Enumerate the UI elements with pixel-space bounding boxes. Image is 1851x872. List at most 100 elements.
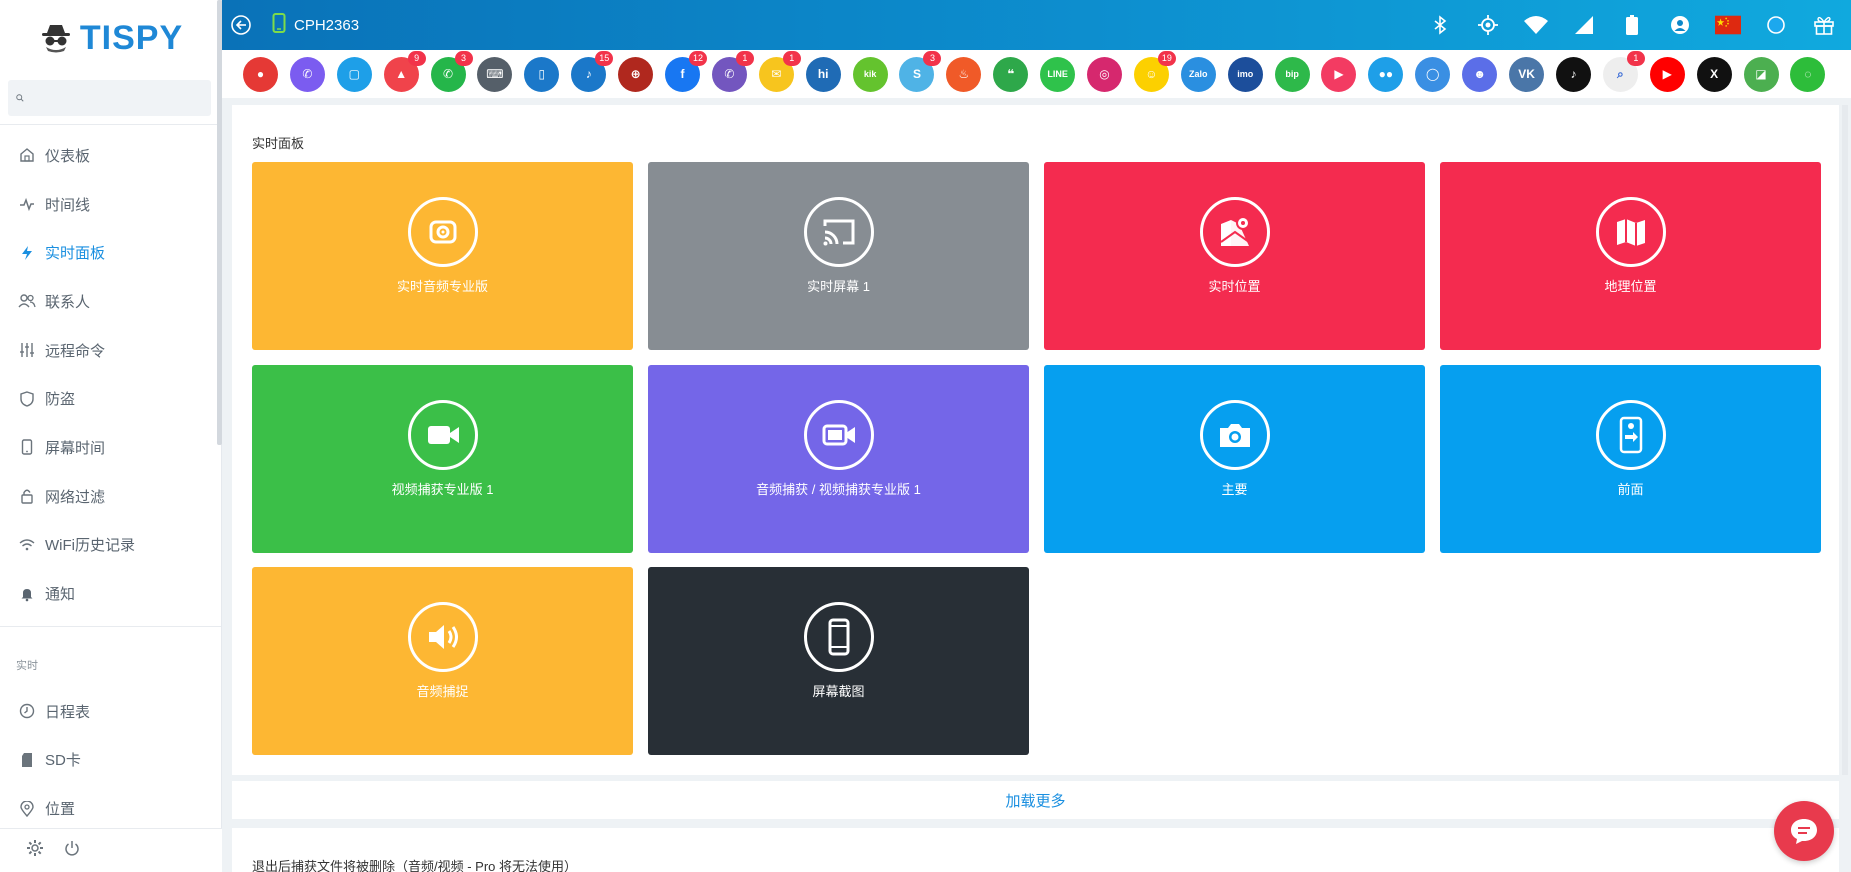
sidebar-item-dashboard[interactable]: 仪表板 xyxy=(0,131,221,180)
sidebar-item-live-panel[interactable]: 实时面板 xyxy=(0,228,221,277)
power-icon[interactable] xyxy=(64,840,80,861)
app-glyph: ▲ xyxy=(395,67,408,81)
app-device-info-icon[interactable]: ▯ xyxy=(524,56,560,92)
app-glyph: ▢ xyxy=(348,67,360,81)
live-tile-map-pin[interactable]: 实时位置 xyxy=(1044,162,1425,350)
app-x-twitter-icon[interactable]: X xyxy=(1696,56,1732,92)
sidebar-footer xyxy=(0,828,222,872)
sidebar-item-timeline[interactable]: 时间线 xyxy=(0,180,221,229)
live-tile-video-capture[interactable]: 音频捕获 / 视频捕获专业版 1 xyxy=(648,365,1029,553)
sidebar-nav: 仪表板 时间线 实时面板 联系人 远程命令 防盗 屏幕时间 网络过滤 WiFi历… xyxy=(0,131,221,618)
app-gallery-icon[interactable]: ▲ 9 xyxy=(383,50,426,92)
app-imo-icon[interactable]: imo xyxy=(1227,56,1263,92)
pin-icon xyxy=(18,800,36,818)
app-glyph: ☺ xyxy=(1145,67,1158,81)
gift-icon[interactable] xyxy=(1811,12,1837,38)
sidebar-item-screen-time[interactable]: 屏幕时间 xyxy=(0,423,221,472)
app-viber-icon[interactable]: ✆ 1 xyxy=(711,50,754,92)
search-input[interactable] xyxy=(30,90,211,106)
app-line-icon[interactable]: LINE xyxy=(1040,56,1076,92)
app-video-recorder-icon[interactable]: ● xyxy=(243,56,278,92)
china-flag-icon[interactable] xyxy=(1715,12,1741,38)
notification-count-badge: 9 xyxy=(407,50,426,66)
notification-count-badge: 3 xyxy=(923,50,942,66)
app-snapchat-icon[interactable]: ☺ 19 xyxy=(1133,50,1176,92)
app-signal-icon[interactable]: ◯ xyxy=(1415,56,1451,92)
sidebar-item-schedule[interactable]: 日程表 xyxy=(0,687,221,736)
sidebar-item-notifications[interactable]: 通知 xyxy=(0,569,221,618)
sidebar-item-label: 远程命令 xyxy=(45,342,106,360)
live-tile-camera[interactable]: 主要 xyxy=(1044,365,1425,553)
top-bar: CPH2363 xyxy=(222,0,1851,50)
app-instagram-icon[interactable]: ◎ xyxy=(1087,56,1123,92)
bell-icon xyxy=(18,585,36,603)
device-selector[interactable]: CPH2363 xyxy=(272,13,359,37)
app-email-icon[interactable]: ✉ 1 xyxy=(758,50,801,92)
app-camera-chat-icon[interactable]: ▶ xyxy=(1321,56,1357,92)
live-tile-front-camera[interactable]: 前面 xyxy=(1440,365,1821,553)
app-whatsapp-icon[interactable]: ✆ 3 xyxy=(430,50,473,92)
app-keyboard-icon[interactable]: ⌨ xyxy=(477,56,513,92)
app-glyph: ● xyxy=(256,67,265,81)
settings-gear-icon[interactable] xyxy=(26,839,44,862)
live-tile-live-audio[interactable]: 实时音频专业版 xyxy=(252,162,633,350)
app-facebook-icon[interactable]: f 12 xyxy=(665,50,708,92)
app-messenger-lite-icon[interactable]: ●● xyxy=(1368,56,1404,92)
app-kik-icon[interactable]: kik xyxy=(852,56,888,92)
chat-support-button[interactable] xyxy=(1774,801,1834,861)
app-discord-icon[interactable]: ☻ xyxy=(1462,56,1498,92)
sidebar-item-sd-card[interactable]: SD卡 xyxy=(0,736,221,785)
smartphone-icon xyxy=(803,602,874,672)
sdcard-icon xyxy=(18,751,36,769)
capture-note-area: 退出后捕获文件将被删除（音频/视频 - Pro 将无法使用） xyxy=(232,828,1839,872)
back-arrow-icon[interactable] xyxy=(230,14,252,36)
account-icon[interactable] xyxy=(1667,12,1693,38)
notification-count-badge: 1 xyxy=(782,50,801,66)
app-wechat-icon[interactable]: ◌ xyxy=(1790,56,1826,92)
battery-icon[interactable] xyxy=(1619,12,1645,38)
live-tile-cast-screen[interactable]: 实时屏幕 1 xyxy=(648,162,1029,350)
app-glyph: kik xyxy=(863,69,877,79)
app-tinder-icon[interactable]: ♨ xyxy=(946,56,982,92)
bluetooth-icon[interactable] xyxy=(1427,12,1453,38)
app-notifications-icon[interactable]: ♪ 15 xyxy=(571,50,614,92)
app-vk-icon[interactable]: VK xyxy=(1509,56,1545,92)
app-bip-icon[interactable]: bip xyxy=(1274,56,1310,92)
sidebar-item-anti-theft[interactable]: 防盗 xyxy=(0,374,221,423)
live-tile-speaker[interactable]: 音频捕捉 xyxy=(252,567,633,755)
sidebar-item-web-filter[interactable]: 网络过滤 xyxy=(0,472,221,521)
sidebar-item-remote-commands[interactable]: 远程命令 xyxy=(0,326,221,375)
sidebar-item-location[interactable]: 位置 xyxy=(0,784,221,833)
app-maps-icon[interactable]: ◪ xyxy=(1743,56,1779,92)
chat-bubble-icon xyxy=(1791,819,1817,844)
app-youtube-icon[interactable]: ▶ xyxy=(1649,56,1685,92)
cellular-signal-icon[interactable] xyxy=(1571,12,1597,38)
brand-logo[interactable]: TISPY xyxy=(0,0,221,76)
sidebar-item-wifi-history[interactable]: WiFi历史记录 xyxy=(0,521,221,570)
app-tiktok-icon[interactable]: ♪ xyxy=(1555,56,1591,92)
live-tile-map[interactable]: 地理位置 xyxy=(1440,162,1821,350)
spy-logo-icon xyxy=(41,25,70,53)
app-browser-icon[interactable]: ⊕ xyxy=(618,56,654,92)
status-circle-icon[interactable] xyxy=(1763,12,1789,38)
main-scrollbar[interactable] xyxy=(1842,105,1848,775)
users-icon xyxy=(18,292,36,310)
app-hike-icon[interactable]: hi xyxy=(805,56,841,92)
wifi-status-icon[interactable] xyxy=(1523,12,1549,38)
device-phone-icon xyxy=(272,13,286,37)
app-zalo-icon[interactable]: Zalo xyxy=(1180,56,1216,92)
brand-name: TISPY xyxy=(79,18,184,57)
live-tile-video-camera[interactable]: 视频捕获专业版 1 xyxy=(252,365,633,553)
load-more-button[interactable]: 加载更多 xyxy=(232,781,1839,819)
app-skype-icon[interactable]: S3 xyxy=(899,50,942,92)
app-glyph: ⊕ xyxy=(630,67,641,81)
app-search-icon[interactable]: ⌕ 1 xyxy=(1602,50,1645,92)
gps-icon[interactable] xyxy=(1475,12,1501,38)
app-hangouts-icon[interactable]: ❝ xyxy=(993,56,1029,92)
app-sms-icon[interactable]: ▢ xyxy=(336,56,372,92)
live-tile-smartphone[interactable]: 屏幕截图 xyxy=(648,567,1029,755)
app-phone-calls-icon[interactable]: ✆ xyxy=(289,56,325,92)
device-name: CPH2363 xyxy=(294,16,360,34)
sidebar-item-contacts[interactable]: 联系人 xyxy=(0,277,221,326)
capture-note: 退出后捕获文件将被删除（音频/视频 - Pro 将无法使用） xyxy=(252,859,578,872)
